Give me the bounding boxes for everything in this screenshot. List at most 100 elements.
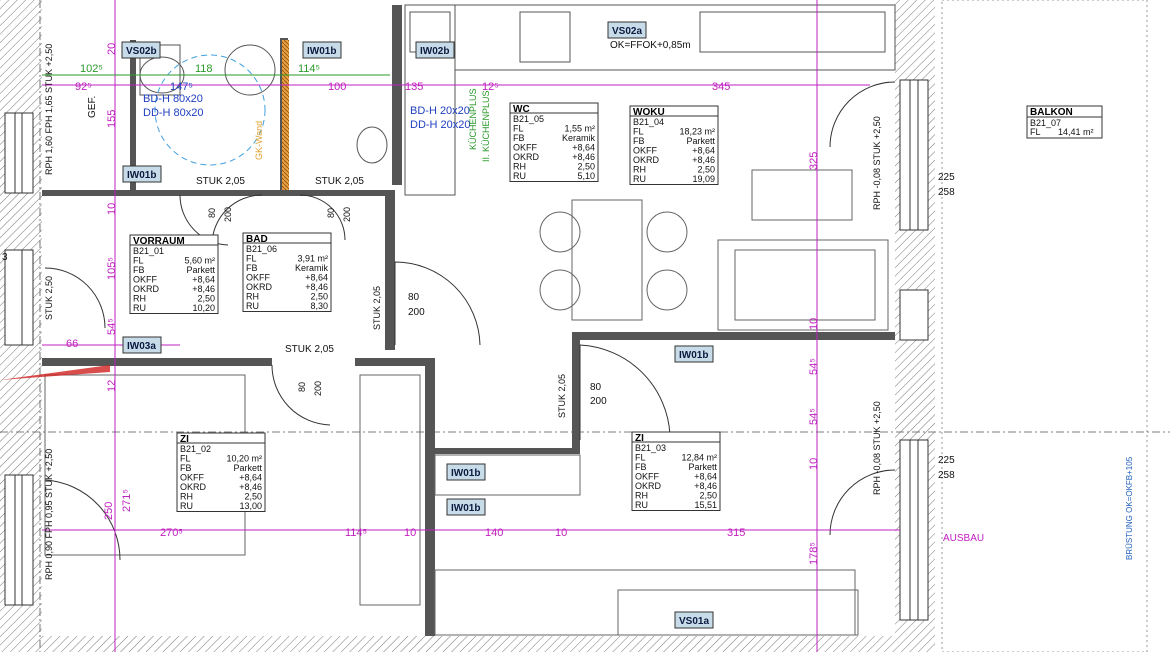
dim-147: 147⁵: [170, 81, 193, 93]
door-label-5: 80 200: [590, 382, 607, 407]
balcony-outline: [941, 0, 1148, 652]
room-field-value: Keramik: [295, 263, 329, 273]
room-field-label: FL: [633, 127, 644, 137]
floor-plan: 102⁵ 147⁵ 118 114⁵ 100 92⁵ 135 12⁵ 345 6…: [0, 0, 1170, 652]
room-field-value: +8,64: [239, 473, 262, 483]
room-field-label: OKFF: [180, 473, 205, 483]
room-field-label: OKRD: [635, 481, 662, 491]
room-field-label: RU: [633, 174, 646, 184]
svg-text:FL: FL: [1030, 127, 1041, 137]
room-field-label: OKRD: [513, 152, 540, 162]
svg-text:VS02b: VS02b: [126, 46, 157, 57]
room-field-value: +8,64: [192, 275, 215, 285]
tag-iw01b-mid: IW01b: [674, 345, 714, 363]
dim-258b: 258: [938, 470, 955, 481]
dim-140: 140: [485, 527, 503, 539]
stuk-label-2: STUK 2,05: [315, 176, 364, 187]
door-label-1: 80 200: [207, 207, 233, 222]
room-field-value: 10,20 m²: [226, 454, 262, 464]
note-gk-wand: GK-Wand: [254, 121, 264, 160]
dim-10d: 10: [808, 318, 820, 330]
room-stamp-zi1: ZIB21_02FL 10,20 m²FB ParkettOKFF +8,64OKRD…: [176, 432, 266, 512]
note-dd-h-2: DD-H 20x20: [410, 119, 471, 131]
svg-text:200: 200: [590, 396, 607, 407]
room-field-label: FB: [133, 265, 145, 275]
room-field-value: +8,46: [239, 482, 262, 492]
dim-250: 250: [103, 502, 115, 520]
room-field-label: RU: [180, 501, 193, 511]
room-field-label: FL: [133, 256, 144, 266]
tag-vs02b: VS02b: [121, 41, 161, 59]
door-label-2: 80 200: [326, 207, 352, 222]
room-field-value: 10,20: [192, 303, 215, 313]
room-field-value: 3,91 m²: [297, 254, 328, 264]
room-field-value: +8,64: [694, 472, 717, 482]
window-left-bottom: [4, 474, 34, 606]
room-stamp-vorraum: VORRAUMB21_01FL 5,60 m²FB ParkettOKFF +8,64…: [129, 234, 219, 314]
dim-10b: 10: [404, 527, 416, 539]
stuk-vertical-2: STUK 2,05: [372, 286, 382, 330]
room-field-label: RH: [180, 492, 193, 502]
room-field-value: 2,50: [244, 492, 262, 502]
svg-text:VS02a: VS02a: [612, 26, 642, 37]
tag-iw03a: IW03a: [122, 336, 162, 354]
svg-text:IW01b: IW01b: [451, 468, 480, 479]
room-field-value: Parkett: [186, 265, 215, 275]
note-dd-h-1: DD-H 80x20: [143, 107, 204, 119]
dim-118: 118: [195, 63, 213, 75]
room-field-label: OKRD: [633, 155, 660, 165]
room-field-label: FL: [635, 453, 646, 463]
dim-12b: 12: [106, 380, 118, 392]
note-kuchenplus-1: KÜCHENPLUS: [468, 88, 478, 150]
tag-vs01a: VS01a: [674, 611, 714, 629]
window-note-right-top: RPH -0,08 STUK +2,50: [872, 116, 882, 210]
room-field-label: RU: [513, 171, 526, 181]
dim-315: 315: [727, 527, 745, 539]
svg-text:14,41 m²: 14,41 m²: [1058, 127, 1094, 137]
window-right-mid: [899, 289, 929, 341]
dim-258a: 258: [938, 187, 955, 198]
dim-10e: 10: [808, 458, 820, 470]
dim-100: 100: [328, 81, 346, 93]
window-note-left-top: RPH 1,60 FPH 1,65 STUK +2,50: [44, 44, 54, 175]
room-field-value: +8,46: [192, 284, 215, 294]
dim-54c: 54⁵: [808, 408, 820, 425]
door-swings: [44, 81, 896, 561]
room-field-label: RU: [246, 301, 259, 311]
dim-92: 92⁵: [75, 81, 92, 93]
room-field-value: 5,60 m²: [184, 256, 215, 266]
door-label-3: 80 200: [408, 292, 425, 318]
dim-105: 105⁵: [106, 257, 118, 280]
tag-iw02b: IW02b: [415, 41, 455, 59]
room-code: B21_03: [635, 443, 666, 453]
room-field-label: FL: [246, 254, 257, 264]
room-field-label: OKFF: [635, 472, 660, 482]
dim-114a: 114⁵: [298, 63, 320, 75]
note-bd-h-2: BD-H 20x20: [410, 105, 470, 117]
door-label-4: 80 200: [297, 381, 323, 396]
note-kuchenplus-2: II. KÜCHENPLUS: [481, 90, 491, 162]
dim-3: 3: [2, 252, 8, 263]
tag-iw01b-b1: IW01b: [446, 463, 486, 481]
room-field-value: Parkett: [233, 463, 262, 473]
room-field-value: Parkett: [688, 462, 717, 472]
dim-345: 345: [712, 81, 730, 93]
dim-102: 102⁵: [80, 63, 103, 75]
note-bd-h-1: BD-H 80x20: [143, 93, 203, 105]
room-field-label: OKRD: [133, 284, 160, 294]
dim-20: 20: [106, 43, 118, 55]
room-field-value: 5,10: [577, 171, 595, 181]
stuk-vertical-1: STUK 2,50: [44, 276, 54, 320]
room-field-value: 2,50: [577, 162, 595, 172]
room-field-label: FB: [633, 136, 645, 146]
room-field-label: OKRD: [246, 282, 273, 292]
dim-270: 270⁵: [160, 527, 183, 539]
svg-text:80: 80: [326, 208, 336, 218]
dim-135: 135: [405, 81, 423, 93]
room-field-label: RH: [133, 294, 146, 304]
tag-vs02a: VS02a: [607, 21, 647, 39]
dim-155: 155: [106, 110, 118, 128]
gk-wand-strip: [282, 40, 289, 190]
balkon-stamp: BALKON B21_07 FL 14,41 m²: [1026, 105, 1103, 139]
dim-66: 66: [66, 338, 78, 350]
